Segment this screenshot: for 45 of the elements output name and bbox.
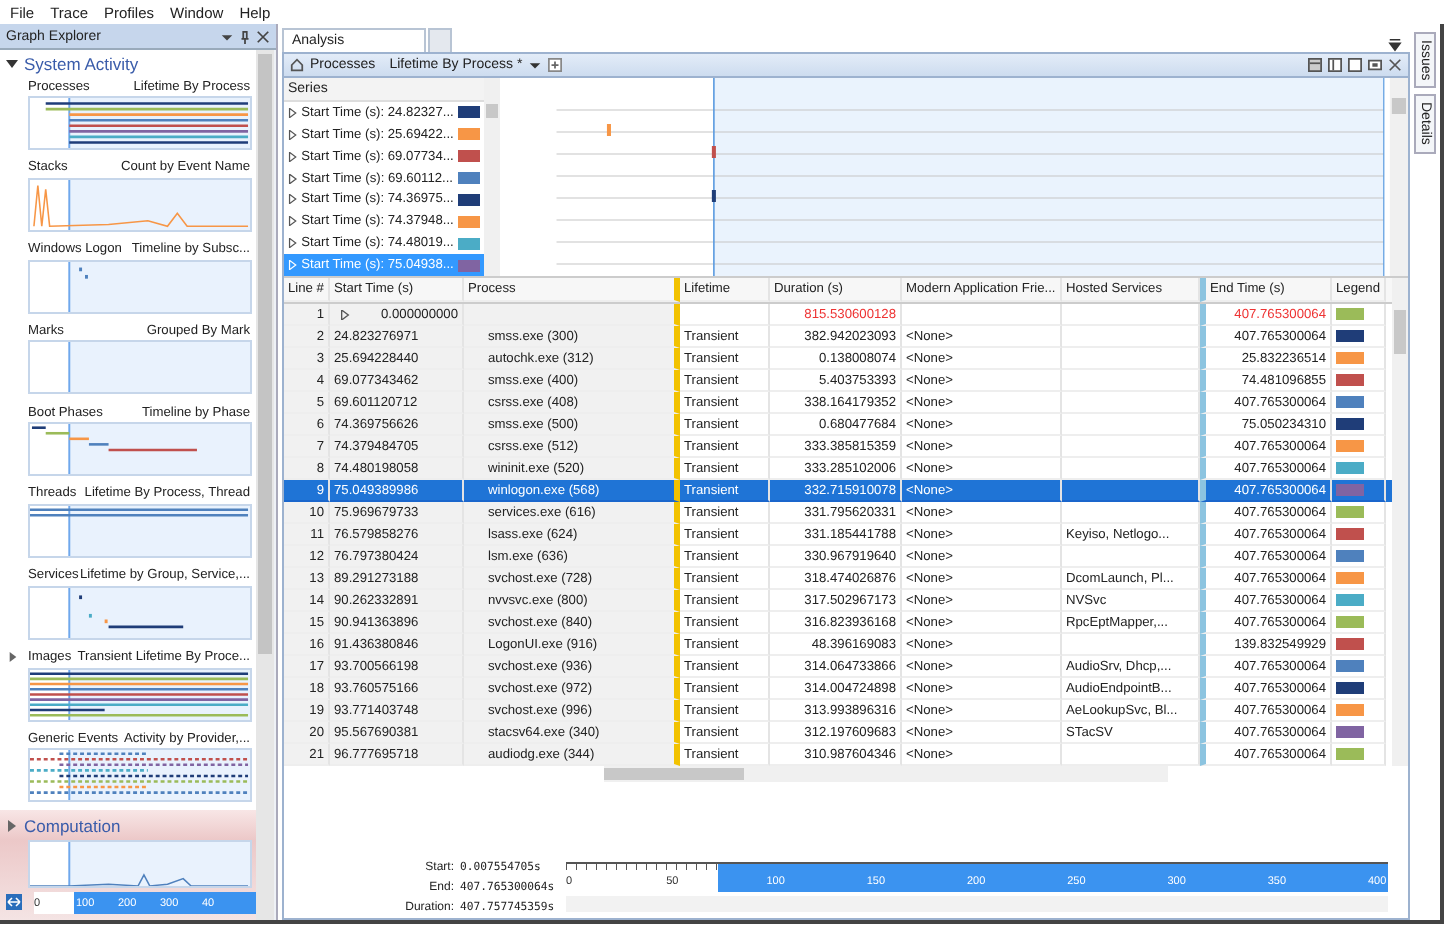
table-cell [1062,370,1200,392]
table-cell [1062,546,1200,568]
scrollbar[interactable] [484,78,500,276]
table-cell [1062,392,1200,414]
table-cell [1062,436,1200,458]
fit-icon[interactable] [6,894,22,911]
table-cell [1062,348,1200,370]
graph-thumbnail[interactable] [28,840,252,889]
table-cell [1062,326,1200,348]
table-cell [680,304,770,326]
graph-thumbnail[interactable] [28,748,252,803]
expander-icon[interactable] [288,173,298,183]
table-cell [1062,480,1200,502]
table-cell [1062,634,1200,656]
table-cell [1062,414,1200,436]
expander-icon[interactable] [340,309,350,319]
caret-icon[interactable] [528,58,543,72]
layout-icon[interactable] [1348,58,1362,72]
pin-icon[interactable] [238,29,252,43]
close-icon[interactable] [256,29,270,43]
expander-icon[interactable] [8,652,18,663]
graph-thumbnail[interactable] [28,177,252,232]
dropdown-icon[interactable] [1388,38,1402,52]
scrollbar[interactable] [604,766,1168,782]
graph-thumbnail[interactable] [28,585,252,640]
table-cell [1062,304,1200,326]
dropdown-icon[interactable] [220,29,234,43]
layout-icon[interactable] [1328,58,1342,72]
graph-thumbnail[interactable] [28,422,252,477]
home-icon [290,58,304,72]
scrollbar[interactable] [1392,278,1408,766]
graph-thumbnail[interactable] [28,340,252,395]
scrollbar[interactable] [256,50,274,920]
group-header[interactable]: Computation [0,810,256,841]
add-icon[interactable] [548,58,563,72]
close-icon[interactable] [1388,58,1402,72]
layout-icon[interactable] [1308,58,1322,72]
graph-thumbnail[interactable] [28,667,252,722]
layout-icon[interactable] [1368,58,1382,72]
graph-thumbnail[interactable] [28,503,252,558]
expander-icon[interactable] [6,57,18,69]
table-cell [1062,502,1200,524]
group-header[interactable]: System Activity [0,50,256,76]
graph-thumbnail[interactable] [28,259,252,314]
graph-thumbnail[interactable] [28,96,252,150]
